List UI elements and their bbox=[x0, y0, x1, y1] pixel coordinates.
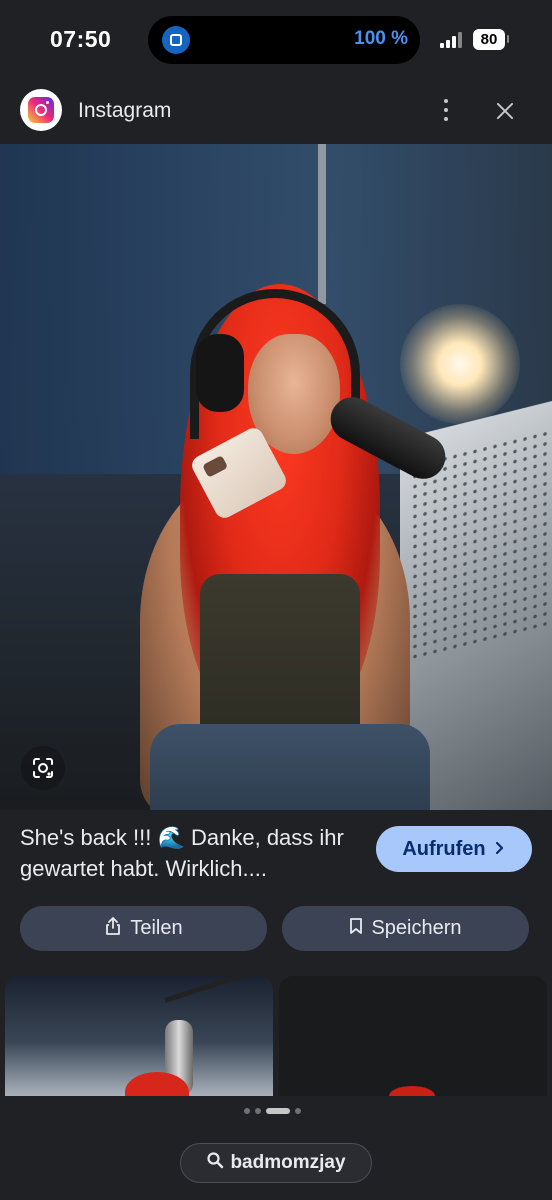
activity-percent: 100 % bbox=[354, 28, 408, 49]
share-button[interactable]: Teilen bbox=[20, 906, 267, 951]
share-button-label: Teilen bbox=[130, 917, 183, 939]
visit-button[interactable]: Aufrufen bbox=[376, 826, 532, 872]
visit-button-label: Aufrufen bbox=[402, 837, 486, 860]
related-image-thumbnail[interactable] bbox=[279, 976, 547, 1096]
battery-indicator: 80 bbox=[473, 29, 505, 50]
status-time: 07:50 bbox=[50, 26, 112, 52]
search-icon bbox=[206, 1151, 224, 1175]
screen-record-icon bbox=[162, 26, 190, 54]
image-caption[interactable]: She's back !!! 🌊 Danke, dass ihr gewarte… bbox=[20, 822, 360, 884]
bookmark-icon bbox=[349, 917, 363, 941]
search-query-label: badmomzjay bbox=[230, 1152, 346, 1173]
bottom-bar: badmomzjay bbox=[0, 1096, 552, 1200]
close-icon[interactable] bbox=[490, 96, 520, 126]
related-image-thumbnail[interactable] bbox=[5, 976, 273, 1096]
save-button[interactable]: Speichern bbox=[282, 906, 529, 951]
more-vert-icon[interactable] bbox=[436, 96, 456, 124]
main-image[interactable] bbox=[0, 144, 552, 810]
instagram-logo-icon bbox=[20, 89, 62, 131]
status-bar: 07:50 100 % 80 bbox=[0, 0, 552, 80]
image-viewer-screen: 07:50 100 % 80 Instagram She's back !!! … bbox=[0, 0, 552, 1200]
save-button-label: Speichern bbox=[371, 917, 462, 939]
pagination-dot-active bbox=[266, 1108, 290, 1114]
source-header: Instagram bbox=[0, 80, 552, 142]
battery-tip bbox=[507, 35, 509, 43]
pagination-dot bbox=[295, 1108, 301, 1114]
share-icon bbox=[104, 916, 122, 942]
chevron-right-icon bbox=[494, 838, 506, 861]
search-query-chip[interactable]: badmomzjay bbox=[180, 1143, 372, 1183]
source-app-name[interactable]: Instagram bbox=[78, 99, 171, 123]
pagination-dot bbox=[255, 1108, 261, 1114]
pagination-dot bbox=[244, 1108, 250, 1114]
dynamic-island[interactable]: 100 % bbox=[148, 16, 420, 64]
google-lens-icon[interactable] bbox=[21, 746, 65, 790]
pagination-dots bbox=[244, 1108, 301, 1114]
cellular-signal-icon bbox=[440, 32, 464, 48]
